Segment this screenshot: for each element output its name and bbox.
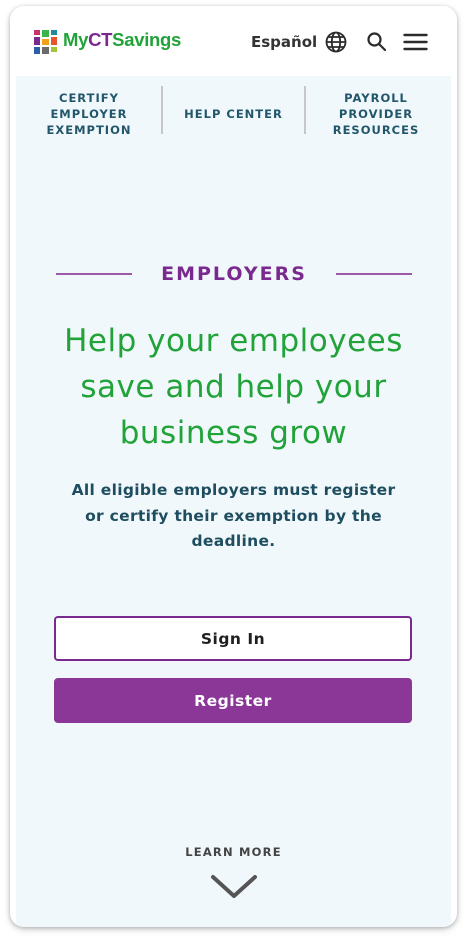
sign-in-label: Sign In (200, 629, 266, 648)
nav-payroll-provider-resources[interactable]: PAYROLL PROVIDER RESOURCES (311, 86, 441, 142)
hero-section: CERTIFY EMPLOYER EXEMPTION HELP CENTER P… (16, 76, 451, 927)
brand-name[interactable]: MyCTSavings (63, 28, 181, 52)
chevron-down-icon[interactable] (209, 872, 259, 902)
register-label: Register (194, 691, 272, 710)
hamburger-menu-icon[interactable] (403, 31, 428, 53)
phone-frame: MyCTSavings Español CERTIFY EMPLOYER EXE… (10, 6, 457, 927)
nav-divider (304, 86, 306, 134)
nav-certify-employer-exemption[interactable]: CERTIFY EMPLOYER EXEMPTION (24, 86, 154, 142)
search-icon[interactable] (365, 30, 389, 54)
brand-suffix: Savings (112, 29, 182, 50)
nav-help-center[interactable]: HELP CENTER (166, 86, 301, 142)
site-header: MyCTSavings Español (10, 6, 457, 76)
nav-divider (161, 86, 163, 134)
globe-icon[interactable] (324, 30, 348, 54)
nav-item-label: CERTIFY EMPLOYER EXEMPTION (46, 91, 132, 137)
hero-subtext: All eligible employers must register or … (71, 481, 396, 550)
brand-logo-icon[interactable] (34, 30, 58, 54)
nav-item-label: HELP CENTER (184, 107, 283, 121)
eyebrow-row: EMPLOYERS (56, 262, 412, 286)
language-toggle[interactable]: Español (251, 32, 317, 52)
register-button[interactable]: Register (54, 678, 412, 723)
hero-headline: Help your employees save and help your b… (64, 323, 403, 451)
learn-more-link[interactable]: LEARN MORE (16, 844, 451, 860)
sign-in-button[interactable]: Sign In (54, 616, 412, 661)
nav-item-label: PAYROLL PROVIDER RESOURCES (332, 91, 420, 137)
eyebrow-rule-right (336, 273, 412, 275)
brand-ct: CT (88, 29, 113, 50)
brand-prefix: My (63, 29, 89, 50)
